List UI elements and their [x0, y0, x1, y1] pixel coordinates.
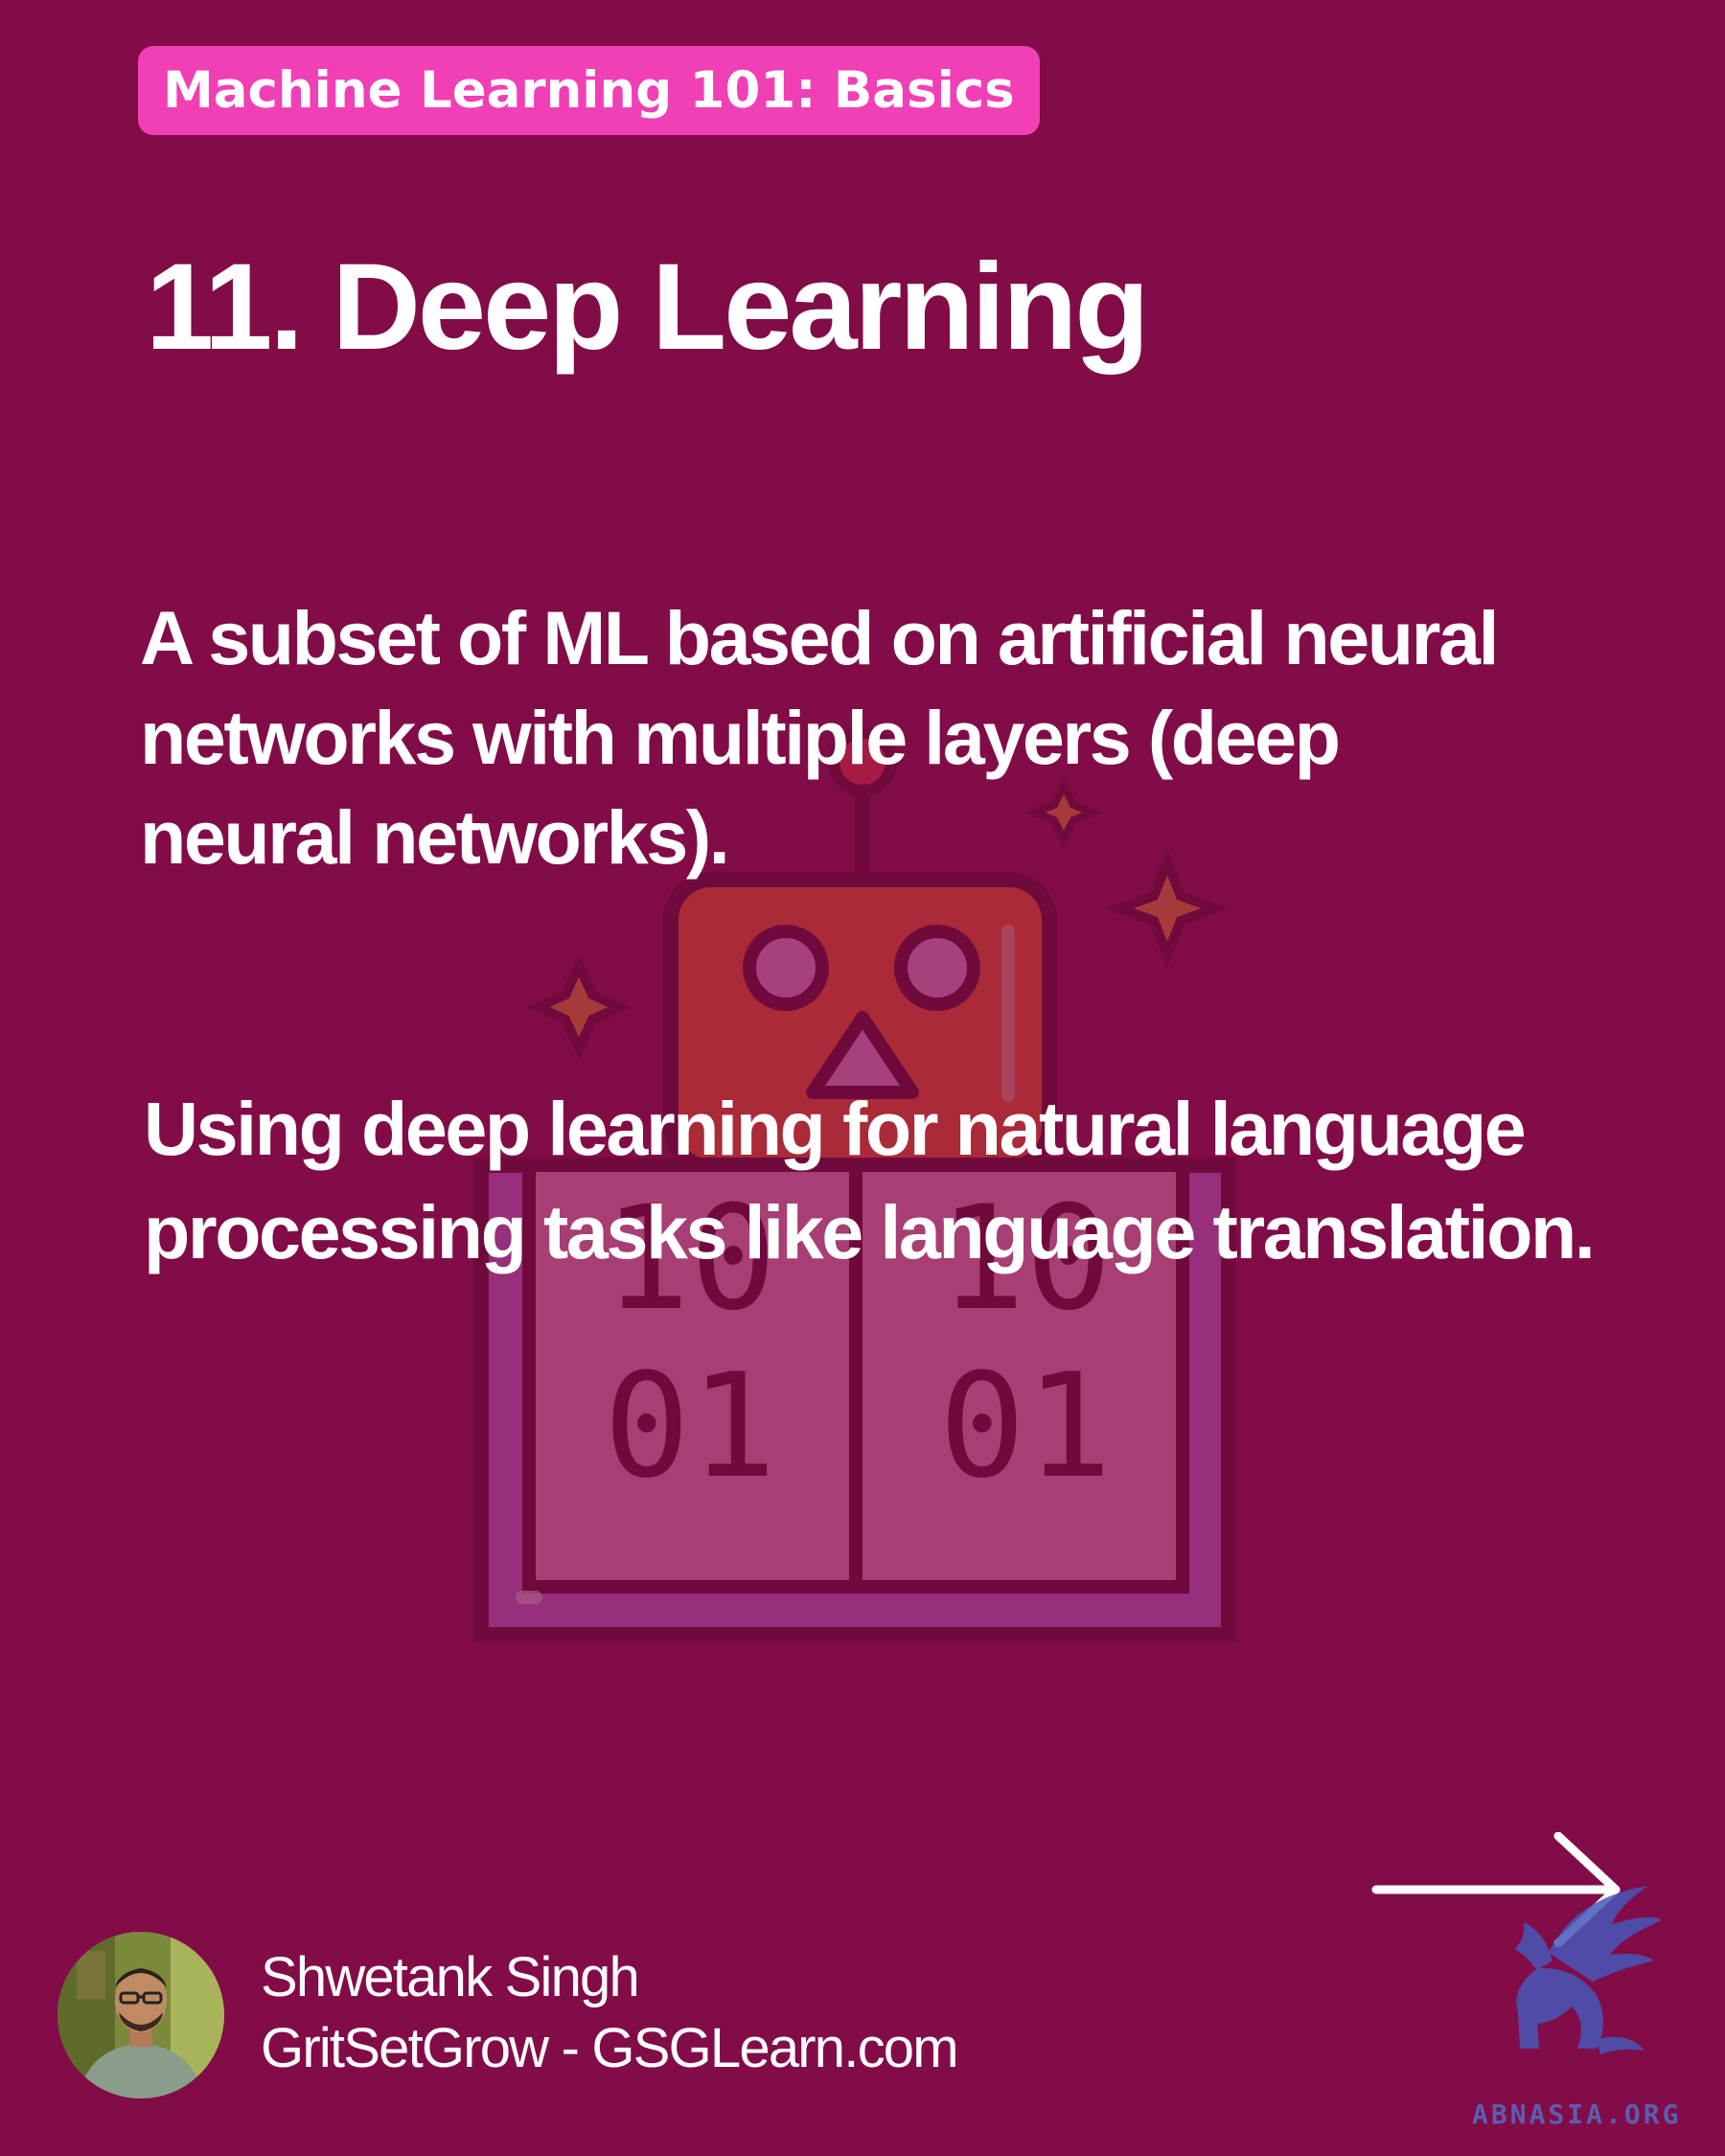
- griffin-logo-icon: [1514, 1886, 1662, 2054]
- example-text: Using deep learning for natural language…: [144, 1077, 1596, 1284]
- slide-title: 11. Deep Learning: [146, 239, 1149, 376]
- definition-line: A subset of ML based on artificial neura…: [140, 595, 1499, 680]
- definition-line: neural networks).: [140, 794, 730, 880]
- digits-bottom-right: 01: [939, 1343, 1113, 1510]
- digits-bottom-left: 01: [604, 1343, 777, 1510]
- series-label: Machine Learning 101: Basics: [163, 61, 1015, 120]
- avatar: [58, 1932, 224, 2099]
- author-photo: [58, 1932, 224, 2099]
- definition-text: A subset of ML based on artificial neura…: [140, 588, 1499, 887]
- author-site: GritSetGrow - GSGLearn.com: [261, 2017, 959, 2079]
- example-line: Using deep learning for natural language: [144, 1086, 1527, 1171]
- author-name: Shwetank Singh: [261, 1946, 640, 2008]
- example-line: processing tasks like language translati…: [144, 1189, 1596, 1274]
- series-badge: Machine Learning 101: Basics: [138, 46, 1040, 135]
- definition-line: networks with multiple layers (deep: [140, 695, 1341, 780]
- watermark-text: ABNASIA.ORG: [1472, 2099, 1682, 2130]
